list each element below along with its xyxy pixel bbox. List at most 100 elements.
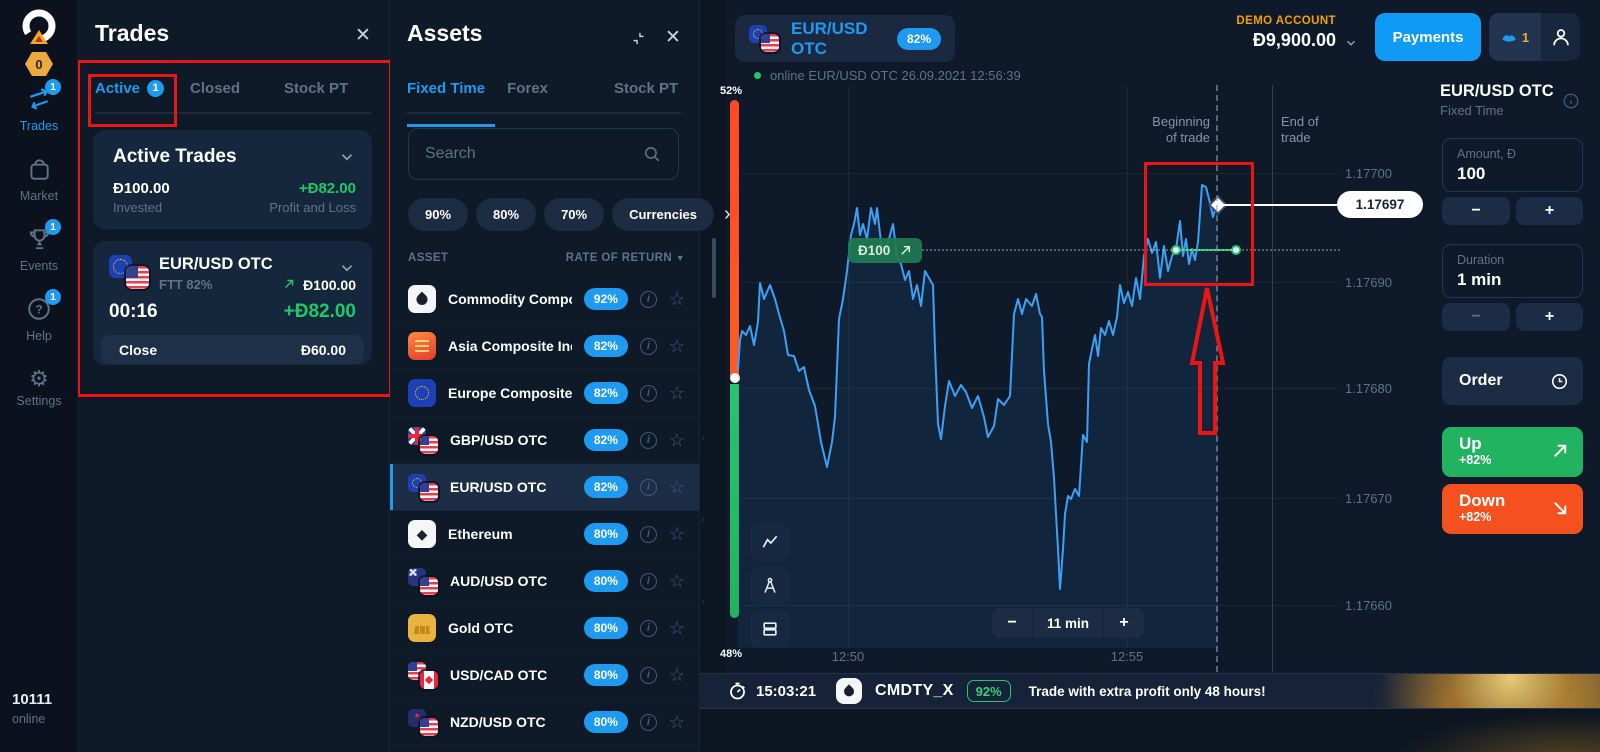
info-icon[interactable]: i: [640, 573, 657, 590]
star-icon[interactable]: ☆: [669, 713, 685, 731]
help-badge: 1: [45, 289, 61, 305]
layout-button[interactable]: [750, 610, 790, 648]
sidebar-item-events[interactable]: 1 Events: [0, 226, 78, 273]
chevron-down-icon[interactable]: [1344, 36, 1358, 50]
star-icon[interactable]: ☆: [669, 619, 685, 637]
tab-fixed-time[interactable]: Fixed Time: [407, 80, 485, 112]
svg-text:?: ?: [35, 302, 42, 316]
chart-symbol: EUR/USD OTC: [791, 19, 885, 59]
asset-rate-badge: 82%: [584, 476, 628, 498]
sidebar-item-help[interactable]: ? 1 Help: [0, 296, 78, 343]
filter-90[interactable]: 90%: [408, 198, 468, 231]
sidebar-item-market[interactable]: Market: [0, 156, 78, 203]
info-icon[interactable]: i: [640, 479, 657, 496]
asset-row[interactable]: GBP/USD OTC82%i☆: [390, 417, 699, 464]
up-button[interactable]: Up +82%: [1442, 427, 1583, 477]
info-icon[interactable]: [1562, 92, 1580, 115]
chevron-down-icon[interactable]: [338, 148, 356, 166]
asset-row[interactable]: Europe Composite Index82%i☆: [390, 370, 699, 417]
info-icon[interactable]: i: [640, 385, 657, 402]
promo-ticker-bar[interactable]: 15:03:21 CMDTY_X 92% Trade with extra pr…: [700, 673, 1600, 709]
up-arrow-icon: [899, 244, 912, 257]
sidebar-item-label: Market: [0, 189, 78, 203]
payments-button[interactable]: Payments: [1375, 13, 1481, 61]
close-icon[interactable]: ✕: [663, 28, 683, 48]
close-trade-button[interactable]: Close Đ60.00: [101, 335, 364, 364]
tab-stock-pt[interactable]: Stock PT: [284, 80, 348, 112]
chevron-down-icon[interactable]: [338, 259, 356, 277]
asset-row[interactable]: USD/CAD OTC80%i☆: [390, 652, 699, 699]
zoom-in-button[interactable]: +: [1104, 608, 1144, 638]
asset-row[interactable]: ◆Ethereum80%i☆: [390, 511, 699, 558]
chart-type-button[interactable]: [750, 524, 790, 562]
info-icon[interactable]: i: [640, 667, 657, 684]
asset-rate-badge: 82%: [584, 382, 628, 404]
tab-forex[interactable]: Forex: [507, 80, 548, 112]
info-icon[interactable]: i: [640, 620, 657, 637]
active-trade-card[interactable]: EUR/USD OTC FTT 82% Đ100.00 00:16 +Đ82.0…: [93, 241, 372, 365]
chat-profile-box: 1: [1489, 13, 1580, 61]
asia-index-icon: [408, 332, 436, 360]
amount-minus-button[interactable]: −: [1442, 197, 1510, 225]
app-logo[interactable]: [19, 8, 59, 52]
asset-row[interactable]: EUR/USD OTC82%i☆: [390, 464, 699, 511]
tab-closed[interactable]: Closed: [190, 80, 240, 112]
star-icon[interactable]: ☆: [669, 290, 685, 308]
star-icon[interactable]: ☆: [669, 525, 685, 543]
star-icon[interactable]: ☆: [669, 384, 685, 402]
trade-amount-tag: Đ100: [848, 238, 922, 263]
asset-row[interactable]: Commodity Composit...92%i☆: [390, 276, 699, 323]
chart-rate-badge: 82%: [897, 28, 941, 50]
zoom-out-button[interactable]: −: [992, 608, 1032, 638]
close-icon[interactable]: ✕: [353, 26, 373, 46]
filter-currencies[interactable]: Currencies: [612, 198, 714, 231]
info-icon[interactable]: i: [640, 338, 657, 355]
duration-plus-button[interactable]: +: [1516, 303, 1583, 331]
asset-name: Gold OTC: [448, 620, 572, 636]
account-block[interactable]: DEMO ACCOUNT Đ9,900.00: [1160, 15, 1336, 51]
search-icon[interactable]: [643, 145, 662, 164]
info-icon[interactable]: i: [640, 714, 657, 731]
profile-button[interactable]: [1541, 13, 1580, 61]
filter-80[interactable]: 80%: [476, 198, 536, 231]
chart-symbol-tab[interactable]: EUR/USD OTC 82%: [735, 15, 955, 62]
drawing-tools-button[interactable]: [750, 567, 790, 605]
search-input[interactable]: [425, 145, 643, 163]
asset-name: Asia Composite Index: [448, 338, 572, 354]
info-icon[interactable]: i: [640, 526, 657, 543]
gold-icon: [408, 614, 436, 642]
asset-name: AUD/USD OTC: [450, 573, 572, 589]
down-button[interactable]: Down +82%: [1442, 484, 1583, 534]
tab-stock-pt[interactable]: Stock PT: [614, 80, 678, 112]
star-icon[interactable]: ☆: [669, 337, 685, 355]
support-chat-button[interactable]: 1: [1489, 13, 1541, 61]
star-icon[interactable]: ☆: [669, 478, 685, 496]
star-icon[interactable]: ☆: [669, 431, 685, 449]
tab-active[interactable]: Active 1: [95, 80, 164, 112]
amount-plus-button[interactable]: +: [1516, 197, 1583, 225]
sidebar-item-trades[interactable]: 1 Trades: [0, 86, 78, 133]
asset-row[interactable]: NZD/USD OTC80%i☆: [390, 699, 699, 746]
asset-rate-badge: 80%: [584, 711, 628, 733]
duration-field[interactable]: Duration 1 min: [1442, 244, 1583, 298]
info-icon[interactable]: i: [640, 432, 657, 449]
amount-field[interactable]: Amount, Đ 100: [1442, 138, 1583, 192]
info-icon[interactable]: i: [640, 291, 657, 308]
events-icon: 1: [25, 226, 53, 252]
sidebar-item-settings[interactable]: ⚙ Settings: [0, 366, 78, 408]
asset-row[interactable]: AUD/USD OTC80%i☆: [390, 558, 699, 605]
star-icon[interactable]: ☆: [669, 666, 685, 684]
star-icon[interactable]: ☆: [669, 572, 685, 590]
column-rate[interactable]: RATE OF RETURN ▼: [566, 252, 685, 264]
asset-rate-badge: 82%: [584, 429, 628, 451]
asset-row[interactable]: Asia Composite Index82%i☆: [390, 323, 699, 370]
filter-70[interactable]: 70%: [544, 198, 604, 231]
order-button[interactable]: Order: [1442, 357, 1583, 405]
eur-usd-flags-icon: [109, 255, 149, 289]
chips-more-icon[interactable]: ›: [724, 203, 731, 226]
collapse-icon[interactable]: [630, 30, 647, 47]
promo-message: Trade with extra profit only 48 hours!: [1029, 684, 1266, 699]
duration-minus-button[interactable]: −: [1442, 303, 1510, 331]
asset-row[interactable]: Gold OTC80%i☆: [390, 605, 699, 652]
active-tab-badge: 1: [147, 80, 164, 97]
